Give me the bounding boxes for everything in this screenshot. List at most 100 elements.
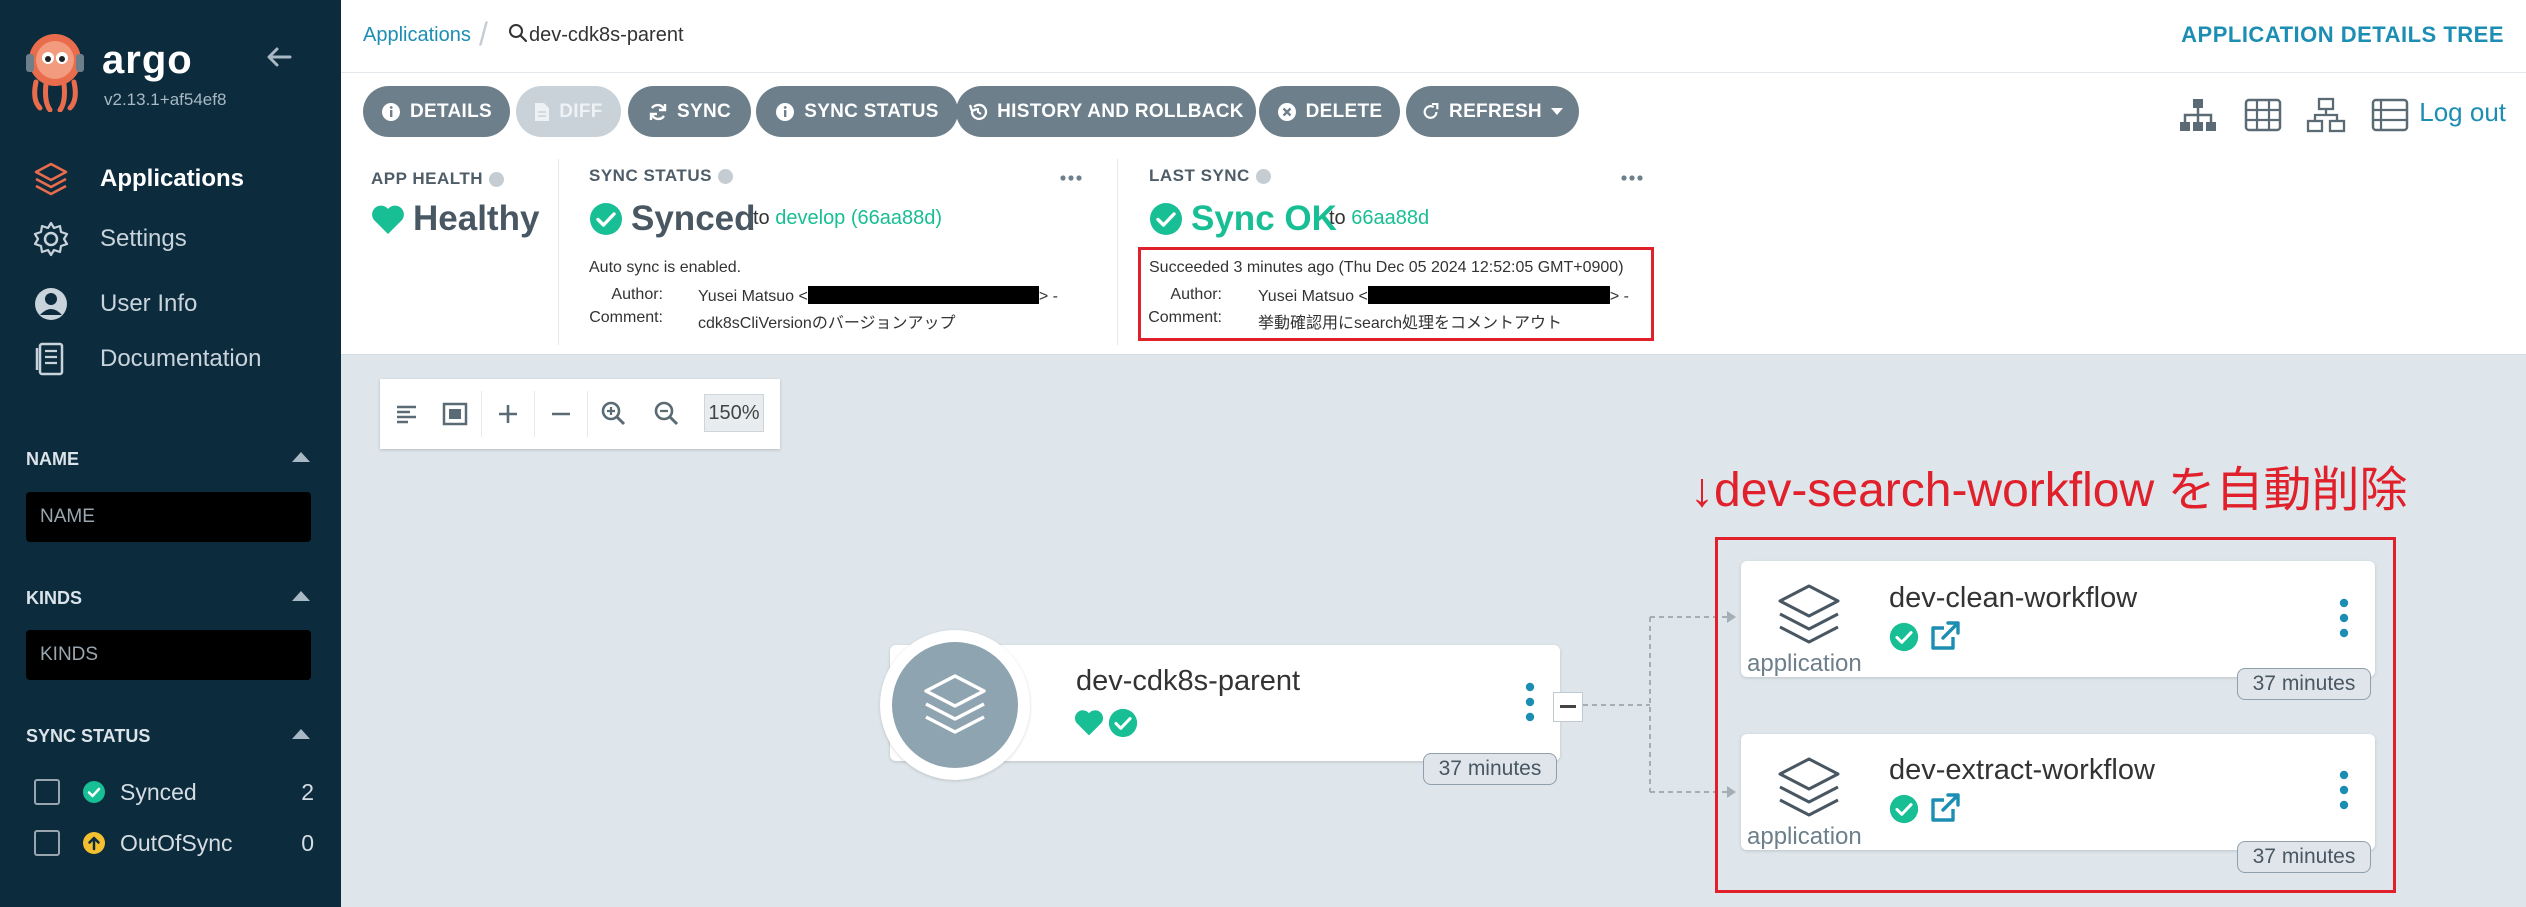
zoom-out-icon[interactable] — [652, 399, 682, 429]
collapse-caret-icon[interactable] — [292, 729, 310, 739]
redo-icon — [1423, 102, 1439, 119]
heart-icon — [372, 205, 404, 234]
sync-status-label-text: SYNC STATUS — [589, 166, 712, 185]
annotation-text: ↓dev-search-workflow を自動削除 — [1690, 464, 2408, 517]
sidebar-item-applications[interactable]: Applications — [0, 155, 341, 203]
check-circle-icon — [83, 781, 105, 803]
name-filter-input[interactable] — [26, 492, 311, 542]
sidebar-item-settings[interactable]: Settings — [0, 215, 341, 263]
breadcrumb-separator: / — [479, 16, 488, 52]
refresh-button[interactable]: REFRESH — [1406, 86, 1579, 137]
sync-button[interactable]: SYNC — [628, 86, 751, 137]
age-badge: 37 minutes — [2237, 668, 2371, 700]
to-prefix: to — [753, 207, 770, 229]
last-sync-target: to 66aa88d — [1329, 207, 1429, 230]
checkbox[interactable] — [34, 779, 60, 805]
kebab-menu-icon[interactable] — [1525, 682, 1535, 722]
sidebar-item-label: User Info — [100, 290, 198, 317]
sync-target: to develop (66aa88d) — [753, 207, 942, 230]
collapse-caret-icon[interactable] — [292, 452, 310, 462]
help-icon[interactable] — [489, 171, 505, 187]
plus-icon[interactable] — [493, 399, 523, 429]
sidebar-item-user-info[interactable]: User Info — [0, 280, 341, 328]
history-rollback-button[interactable]: HISTORY AND ROLLBACK — [956, 86, 1256, 137]
sync-filter-count: 2 — [301, 778, 314, 805]
breadcrumb-applications-link[interactable]: Applications — [363, 24, 471, 47]
collapse-caret-icon[interactable] — [292, 591, 310, 601]
collapse-children-button[interactable] — [1553, 692, 1583, 722]
graph-controls: 150% — [380, 379, 780, 449]
network-view-icon[interactable] — [2306, 97, 2346, 133]
auto-sync-text: Auto sync is enabled. — [589, 259, 742, 276]
sidebar-item-label: Settings — [100, 225, 187, 252]
age-badge: 37 minutes — [1423, 753, 1557, 785]
layers-icon — [34, 162, 68, 196]
layers-icon — [924, 674, 986, 734]
highlight-box — [1138, 247, 1654, 341]
author-prefix: Yusei Matsuo < — [698, 288, 808, 305]
delete-button[interactable]: DELETE — [1259, 86, 1400, 137]
zoom-level: 150% — [704, 394, 764, 432]
separator — [534, 391, 535, 437]
fit-screen-icon[interactable] — [440, 399, 470, 429]
sidebar: argo v2.13.1+af54ef8 Applications Settin… — [0, 0, 341, 907]
sync-filter-outofsync[interactable]: OutOfSync 0 — [34, 827, 314, 859]
times-circle-icon — [1277, 102, 1296, 121]
button-label: REFRESH — [1449, 100, 1542, 122]
check-circle-icon — [590, 203, 622, 235]
align-left-icon[interactable] — [392, 399, 422, 429]
brand-name: argo — [102, 38, 193, 82]
button-label: DIFF — [559, 100, 603, 122]
divider — [1117, 159, 1118, 345]
sidebar-item-documentation[interactable]: Documentation — [0, 335, 341, 383]
comment-key: Comment: — [589, 309, 663, 326]
button-label: SYNC — [677, 100, 731, 122]
zoom-in-icon[interactable] — [599, 399, 629, 429]
sync-revision-link[interactable]: develop (66aa88d) — [775, 207, 942, 229]
sync-filter-count: 0 — [301, 829, 314, 856]
list-view-icon[interactable] — [2370, 97, 2410, 133]
diff-button[interactable]: DIFF — [516, 86, 621, 137]
details-button[interactable]: DETAILS — [363, 86, 510, 137]
sync-filter-synced[interactable]: Synced 2 — [34, 776, 314, 808]
sync-status-button[interactable]: SYNC STATUS — [756, 86, 958, 137]
pods-view-icon[interactable] — [2243, 97, 2283, 133]
child-app-name[interactable]: dev-clean-workflow — [1889, 582, 2137, 615]
comment-value: cdk8sCliVersionのバージョンアップ — [698, 315, 956, 332]
check-circle-icon — [1108, 708, 1138, 738]
logout-link[interactable]: Log out — [2419, 97, 2506, 128]
external-link-icon[interactable] — [1929, 620, 1961, 652]
last-sync-label-text: LAST SYNC — [1149, 166, 1250, 185]
external-link-icon[interactable] — [1929, 792, 1961, 824]
last-sync-value: Sync OK — [1191, 199, 1337, 238]
last-sync-revision-link[interactable]: 66aa88d — [1351, 207, 1429, 229]
more-options-icon[interactable] — [1059, 174, 1083, 182]
divider — [558, 159, 559, 345]
child-app-name[interactable]: dev-extract-workflow — [1889, 754, 2155, 787]
author-value: Yusei Matsuo < > - — [698, 286, 1058, 306]
file-icon — [535, 102, 550, 121]
help-icon[interactable] — [717, 168, 733, 184]
search-icon — [509, 24, 528, 43]
book-icon — [35, 342, 64, 376]
sync-filter-label: Synced — [120, 778, 197, 805]
help-icon[interactable] — [1255, 168, 1271, 184]
app-health-label: APP HEALTH — [371, 169, 505, 189]
tree-view-icon[interactable] — [2178, 97, 2218, 133]
button-label: DETAILS — [410, 100, 492, 122]
checkbox[interactable] — [34, 830, 60, 856]
kinds-filter-input[interactable] — [26, 630, 311, 680]
status-panel: APP HEALTH Healthy SYNC STATUS Synced to… — [341, 151, 2526, 355]
argo-logo-icon[interactable] — [22, 32, 88, 112]
version-label: v2.13.1+af54ef8 — [104, 90, 227, 109]
parent-app-name[interactable]: dev-cdk8s-parent — [1076, 665, 1300, 698]
gear-icon — [33, 221, 69, 257]
check-circle-icon — [1889, 622, 1919, 652]
age-badge: 37 minutes — [2237, 841, 2371, 873]
kebab-menu-icon[interactable] — [2339, 770, 2349, 810]
kebab-menu-icon[interactable] — [2339, 598, 2349, 638]
minus-icon[interactable] — [546, 399, 576, 429]
author-key: Author: — [611, 286, 663, 303]
more-options-icon[interactable] — [1620, 174, 1644, 182]
collapse-sidebar-icon[interactable] — [264, 42, 294, 72]
